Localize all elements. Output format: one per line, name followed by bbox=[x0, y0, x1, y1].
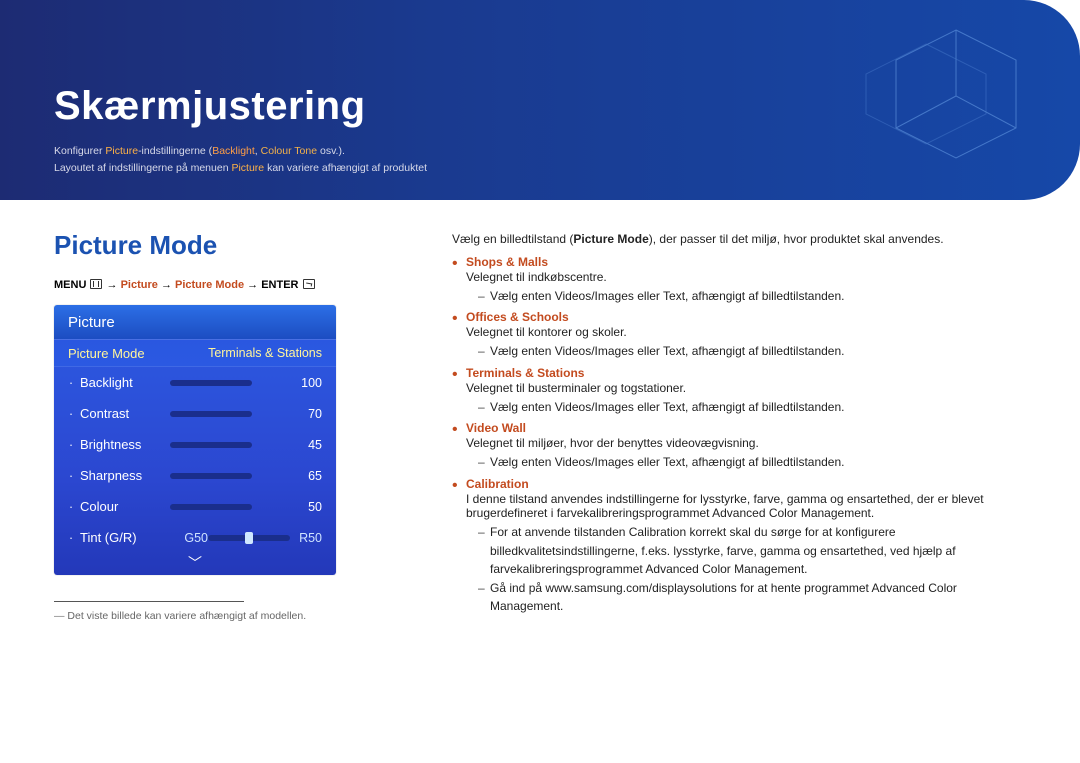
mode-title: Terminals & Stations bbox=[466, 366, 1026, 380]
tv-row[interactable]: ·Brightness45 bbox=[54, 429, 336, 460]
tv-row-tint[interactable]: · Tint (G/R) G50 R50 bbox=[54, 522, 336, 553]
tv-row-value: 100 bbox=[252, 376, 322, 390]
tv-row[interactable]: ·Colour50 bbox=[54, 491, 336, 522]
mode-dash: Vælg enten Videos/Images eller Text, afh… bbox=[478, 453, 1026, 472]
tv-tint-label: Tint (G/R) bbox=[80, 530, 170, 545]
mode-sub: Velegnet til indkøbscentre. bbox=[466, 270, 1026, 284]
breadcrumb: MENU → Picture → Picture Mode → ENTER bbox=[54, 279, 404, 291]
tv-sel-value: Terminals & Stations bbox=[208, 346, 322, 360]
tv-row[interactable]: ·Backlight100 bbox=[54, 367, 336, 398]
mode-item: Shops & MallsVelegnet til indkøbscentre.… bbox=[452, 255, 1026, 306]
slider-track[interactable] bbox=[170, 473, 252, 479]
mode-item: CalibrationI denne tilstand anvendes ind… bbox=[452, 477, 1026, 616]
tv-row-value: 50 bbox=[252, 500, 322, 514]
tv-row-label: Contrast bbox=[80, 406, 170, 421]
tv-row[interactable]: ·Sharpness65 bbox=[54, 460, 336, 491]
tv-menu-panel: Picture Picture Mode Terminals & Station… bbox=[54, 305, 336, 575]
page-title: Skærmjustering bbox=[54, 84, 1026, 129]
tv-tint-g: G50 bbox=[170, 531, 208, 545]
mode-sub: I denne tilstand anvendes indstillingern… bbox=[466, 492, 1026, 520]
menu-icon bbox=[90, 279, 102, 289]
tv-menu-header: Picture bbox=[54, 305, 336, 339]
slider-track[interactable] bbox=[170, 504, 252, 510]
modes-list: Shops & MallsVelegnet til indkøbscentre.… bbox=[452, 255, 1026, 616]
mode-item: Video WallVelegnet til miljøer, hvor der… bbox=[452, 421, 1026, 472]
tv-row-label: Sharpness bbox=[80, 468, 170, 483]
mode-item: Terminals & StationsVelegnet til busterm… bbox=[452, 366, 1026, 417]
tint-slider[interactable] bbox=[208, 535, 290, 541]
tv-row-label: Brightness bbox=[80, 437, 170, 452]
tv-row-value: 45 bbox=[252, 438, 322, 452]
mode-sub: Velegnet til busterminaler og togstation… bbox=[466, 381, 1026, 395]
mode-title: Offices & Schools bbox=[466, 310, 1026, 324]
tv-row-value: 65 bbox=[252, 469, 322, 483]
mode-dash: Vælg enten Videos/Images eller Text, afh… bbox=[478, 398, 1026, 417]
divider bbox=[54, 601, 244, 602]
tv-row-label: Colour bbox=[80, 499, 170, 514]
tv-row-value: 70 bbox=[252, 407, 322, 421]
mode-dash: Gå ind på www.samsung.com/displaysolutio… bbox=[478, 579, 1026, 616]
slider-track[interactable] bbox=[170, 442, 252, 448]
mode-sub: Velegnet til miljøer, hvor der benyttes … bbox=[466, 436, 1026, 450]
tv-row-label: Backlight bbox=[80, 375, 170, 390]
chevron-down-icon[interactable]: ﹀ bbox=[54, 553, 336, 575]
intro-text: Vælg en billedtilstand (Picture Mode), d… bbox=[452, 230, 1026, 249]
enter-icon bbox=[303, 279, 315, 289]
mode-sub: Velegnet til kontorer og skoler. bbox=[466, 325, 1026, 339]
footnote: Det viste billede kan variere afhængigt … bbox=[54, 610, 404, 622]
tv-sel-label: Picture Mode bbox=[68, 346, 145, 361]
mode-dash: Vælg enten Videos/Images eller Text, afh… bbox=[478, 287, 1026, 306]
tv-row[interactable]: ·Contrast70 bbox=[54, 398, 336, 429]
tv-selected-row[interactable]: Picture Mode Terminals & Stations bbox=[54, 339, 336, 367]
section-title: Picture Mode bbox=[54, 230, 404, 261]
header-band: Skærmjustering Konfigurer Picture-indsti… bbox=[0, 0, 1080, 200]
slider-track[interactable] bbox=[170, 411, 252, 417]
mode-title: Calibration bbox=[466, 477, 1026, 491]
mode-dash: For at anvende tilstanden Calibration ko… bbox=[478, 523, 1026, 579]
mode-item: Offices & SchoolsVelegnet til kontorer o… bbox=[452, 310, 1026, 361]
mode-dash: Vælg enten Videos/Images eller Text, afh… bbox=[478, 342, 1026, 361]
slider-track[interactable] bbox=[170, 380, 252, 386]
tv-tint-r: R50 bbox=[290, 531, 322, 545]
mode-title: Shops & Malls bbox=[466, 255, 1026, 269]
header-subtext: Konfigurer Picture-indstillingerne (Back… bbox=[54, 143, 1026, 177]
mode-title: Video Wall bbox=[466, 421, 1026, 435]
